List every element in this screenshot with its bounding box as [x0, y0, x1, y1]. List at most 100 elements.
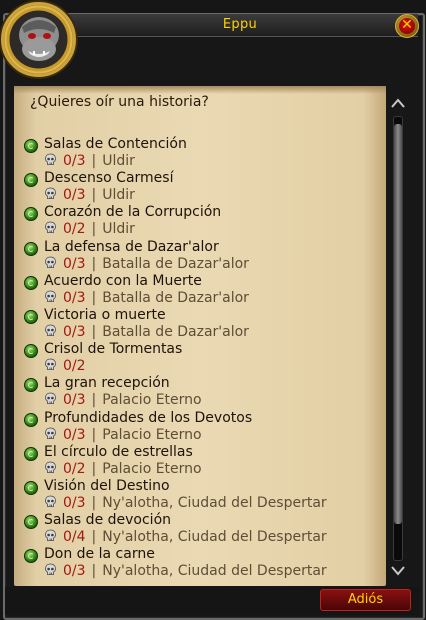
quest-progress: 0/3: [63, 426, 86, 443]
quest-available-icon: [24, 275, 38, 290]
quest-option[interactable]: El círculo de estrellas 0/2 | Palacio Etern…: [24, 443, 380, 479]
quest-option[interactable]: Acuerdo con la Muerte 0/3 | Batalla de Daza…: [24, 272, 380, 308]
quest-progress: 0/3: [63, 392, 86, 409]
quest-details: 0/2 | Uldir: [44, 221, 135, 237]
quest-details: 0/2: [44, 358, 86, 374]
quest-details: 0/3 | Uldir: [44, 153, 135, 169]
quest-details: 0/3 | Palacio Eterno: [44, 392, 202, 408]
quest-location: Ny'alotha, Ciudad del Despertar: [102, 529, 327, 546]
quest-available-icon: [24, 378, 38, 393]
quest-progress: 0/4: [63, 529, 86, 546]
separator: |: [91, 187, 97, 204]
quest-location: Ny'alotha, Ciudad del Despertar: [102, 563, 327, 580]
dialog-window: Eppu ✕ ¿Quieres oír una historia? Salas …: [0, 0, 426, 620]
scroll-up-button[interactable]: [387, 94, 409, 114]
skull-icon: [44, 427, 63, 443]
quest-name: La defensa de Dazar'alor: [44, 238, 219, 255]
separator: |: [91, 529, 97, 546]
quest-available-icon: [24, 515, 38, 530]
skull-icon: [44, 153, 63, 169]
quest-available-icon: [24, 344, 38, 359]
quest-progress: 0/2: [63, 221, 86, 238]
separator: |: [91, 289, 97, 306]
chevron-down-icon: [391, 566, 405, 576]
quest-option[interactable]: Don de la carne 0/3 | Ny'alotha, Ciudad del…: [24, 546, 380, 581]
quest-details: 0/3 | Batalla de Dazar'alor: [44, 256, 249, 272]
quest-available-icon: [24, 309, 38, 324]
goodbye-button[interactable]: Adiós: [320, 589, 411, 611]
quest-available-icon: [24, 480, 38, 495]
quest-name: Descenso Carmesí: [44, 170, 174, 187]
separator: |: [91, 323, 97, 340]
separator: |: [91, 426, 97, 443]
quest-name: Victoria o muerte: [44, 306, 166, 323]
separator: |: [91, 563, 97, 580]
quest-name: Crisol de Tormentas: [44, 341, 183, 358]
quest-location: Batalla de Dazar'alor: [102, 255, 249, 272]
skull-icon: [44, 495, 63, 511]
quest-option[interactable]: Visión del Destino 0/3 | Ny'alotha, Ciudad …: [24, 477, 380, 513]
quest-name: Salas de Contención: [44, 136, 187, 152]
quest-option[interactable]: Victoria o muerte 0/3 | Batalla de Dazar'al…: [24, 306, 380, 342]
skull-icon: [44, 256, 63, 272]
quest-option[interactable]: Salas de devoción 0/4 | Ny'alotha, Ciudad d…: [24, 512, 380, 547]
scrollbar[interactable]: [387, 94, 409, 582]
quest-location: Palacio Eterno: [102, 426, 202, 443]
quest-option[interactable]: Descenso Carmesí 0/3 | Uldir: [24, 170, 380, 205]
quest-location: Palacio Eterno: [102, 460, 202, 477]
quest-available-icon: [24, 173, 38, 188]
quest-name: Don de la carne: [44, 546, 155, 563]
quest-available-icon: [24, 241, 38, 256]
skull-icon: [44, 529, 63, 545]
separator: |: [91, 392, 97, 409]
quest-details: 0/2 | Palacio Eterno: [44, 461, 202, 477]
quest-option[interactable]: Corazón de la Corrupción 0/2 | Uldir: [24, 204, 380, 239]
quest-details: 0/3 | Batalla de Dazar'alor: [44, 290, 249, 306]
quest-location: Batalla de Dazar'alor: [102, 323, 249, 340]
chevron-up-icon: [391, 98, 405, 108]
quest-progress: 0/3: [63, 153, 86, 169]
separator: |: [91, 494, 97, 511]
quest-name: Salas de devoción: [44, 512, 172, 529]
separator: |: [91, 255, 97, 272]
quest-progress: 0/2: [63, 460, 86, 477]
skull-icon: [44, 187, 63, 203]
npc-greeting: ¿Quieres oír una historia?: [30, 94, 209, 110]
quest-option[interactable]: La defensa de Dazar'alor 0/3 | Batalla de D…: [24, 238, 380, 274]
separator: |: [91, 460, 97, 477]
quest-name: Corazón de la Corrupción: [44, 204, 222, 221]
quest-name: El círculo de estrellas: [44, 443, 193, 460]
parchment-edge: [14, 86, 386, 94]
quest-location: Batalla de Dazar'alor: [102, 289, 249, 306]
separator: |: [91, 221, 97, 238]
quest-name: La gran recepción: [44, 375, 170, 392]
quest-option[interactable]: La gran recepción 0/3 | Palacio Eterno: [24, 375, 380, 410]
quest-location: Ny'alotha, Ciudad del Despertar: [102, 494, 327, 511]
quest-location: Uldir: [102, 221, 135, 238]
scroll-down-button[interactable]: [387, 562, 409, 582]
quest-progress: 0/3: [63, 323, 86, 340]
quest-location: Uldir: [102, 187, 135, 204]
quest-option[interactable]: Crisol de Tormentas 0/2: [24, 341, 380, 376]
quest-progress: 0/3: [63, 563, 86, 580]
quest-progress: 0/3: [63, 255, 86, 272]
skull-icon: [44, 221, 63, 237]
quest-list: Salas de Contención 0/3 | Uldir Descenso Car…: [24, 136, 380, 581]
close-button[interactable]: ✕: [395, 14, 419, 38]
skull-icon: [44, 358, 63, 374]
quest-name: Acuerdo con la Muerte: [44, 272, 202, 289]
quest-option[interactable]: Salas de Contención 0/3 | Uldir: [24, 136, 380, 171]
close-icon: ✕: [399, 17, 415, 34]
quest-option[interactable]: Profundidades de los Devotos 0/3 | Palacio …: [24, 410, 380, 445]
quest-progress: 0/3: [63, 494, 86, 511]
quest-available-icon: [24, 549, 38, 564]
quest-location: Palacio Eterno: [102, 392, 202, 409]
quest-available-icon: [24, 412, 38, 427]
scroll-thumb[interactable]: [394, 124, 402, 524]
quest-name: Visión del Destino: [44, 477, 170, 494]
title-bar[interactable]: Eppu: [62, 14, 418, 37]
skull-icon: [44, 392, 63, 408]
quest-location: Uldir: [102, 153, 135, 169]
separator: |: [91, 153, 97, 169]
skull-icon: [44, 324, 63, 340]
